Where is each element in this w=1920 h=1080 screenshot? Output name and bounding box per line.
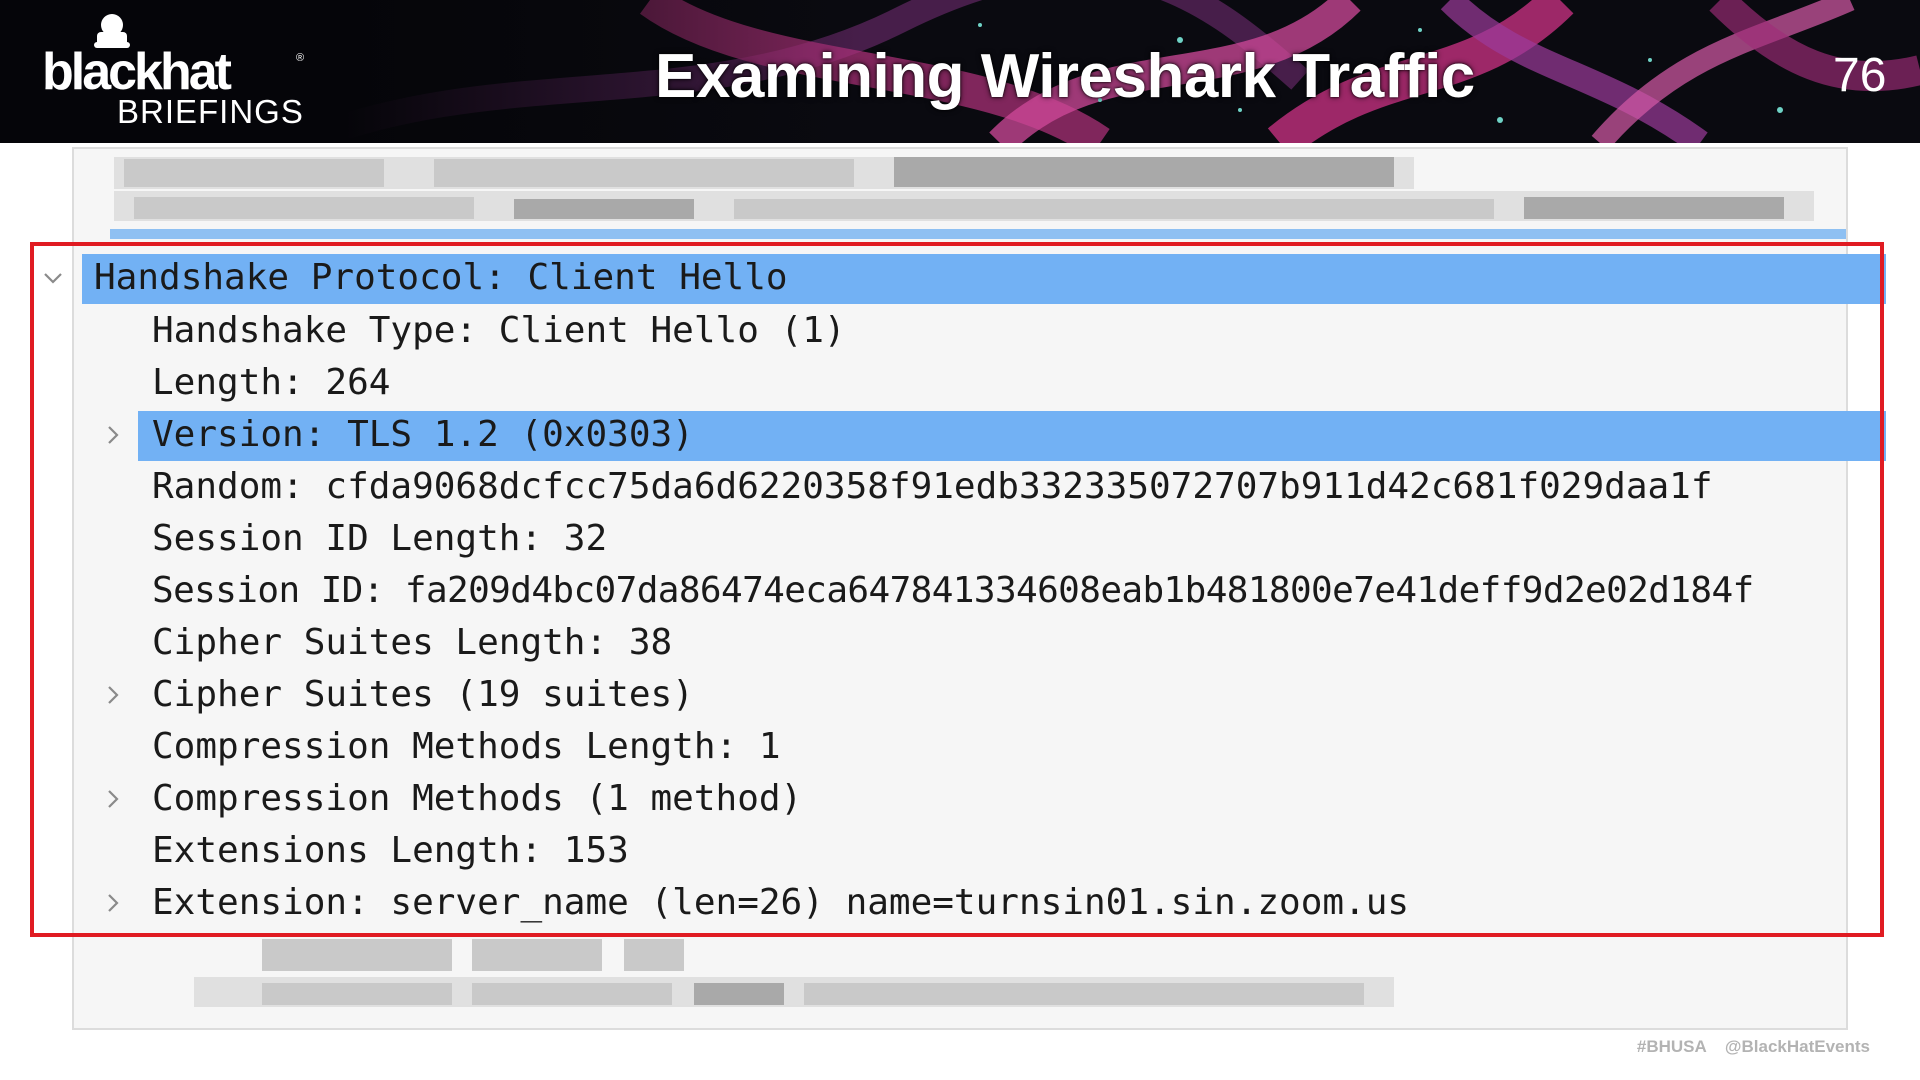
redacted-row [134,197,474,219]
logo-registered-mark: ® [296,52,305,64]
redacted-row [514,199,694,219]
redacted-row [734,199,1494,219]
slide-footer: #BHUSA @BlackHatEvents [1623,1037,1870,1057]
footer-hashtag: #BHUSA [1636,1037,1707,1056]
slide-number: 76 [1833,49,1887,102]
slide-title: Examining Wireshark Traffic [655,42,1475,111]
redacted-row [894,157,1394,187]
redacted-row [1524,197,1784,219]
redacted-row [434,159,854,187]
logo-wordmark: blackhat [42,43,232,101]
redacted-row [804,983,1364,1005]
blackhat-logo: blackhat ® BRIEFINGS [42,12,312,132]
redacted-row [694,983,784,1005]
slide-header: blackhat ® BRIEFINGS Examining Wireshark… [0,0,1920,143]
redacted-row [262,939,452,971]
logo-subtitle: BRIEFINGS [117,93,304,130]
highlight-box [30,242,1884,937]
redacted-row [472,983,672,1005]
redacted-row [472,939,602,971]
redacted-row [624,939,684,971]
redacted-row [124,159,384,187]
selection-strip [110,229,1846,239]
redacted-row [262,983,452,1005]
footer-handle: @BlackHatEvents [1724,1037,1870,1056]
